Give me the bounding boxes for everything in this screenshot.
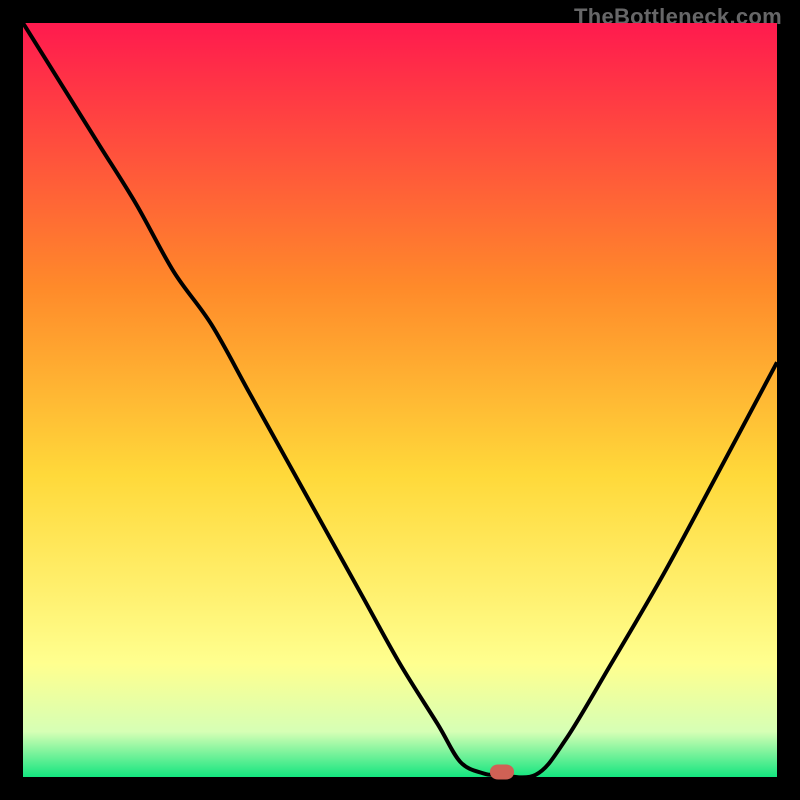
minimum-marker-icon [490, 765, 514, 780]
bottleneck-curve [23, 23, 777, 777]
chart-frame: TheBottleneck.com [0, 0, 800, 800]
plot-area [23, 23, 777, 777]
